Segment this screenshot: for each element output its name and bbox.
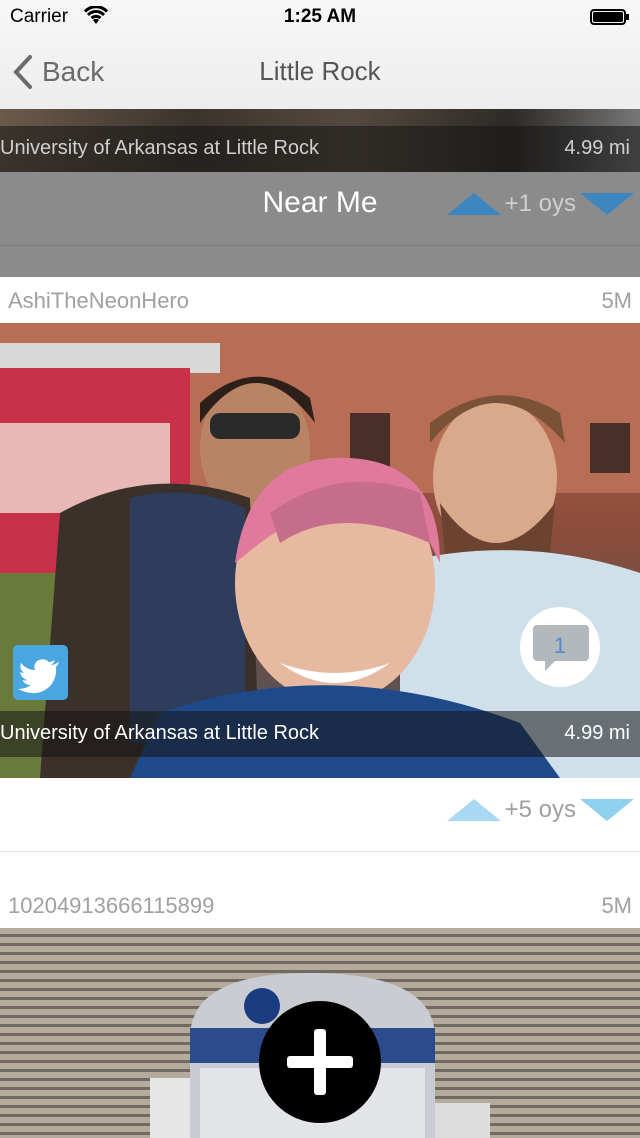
divider <box>0 851 640 852</box>
post-header: AshiTheNeonHero 5M <box>0 277 640 323</box>
photo-caption: University of Arkansas at Little Rock 4.… <box>0 711 640 757</box>
top-bar: Carrier 1:25 AM Back Little Rock <box>0 0 640 109</box>
distance-label: 4.99 mi <box>564 137 630 159</box>
vote-count: +1 oys <box>504 190 576 217</box>
comment-count: 1 <box>553 633 567 658</box>
status-bar: Carrier 1:25 AM <box>0 0 640 36</box>
location-label: University of Arkansas at Little Rock <box>0 722 320 744</box>
upvote-icon[interactable] <box>446 193 501 215</box>
divider <box>0 245 640 246</box>
post-photo[interactable]: 1 University of Arkansas at Little Rock … <box>0 323 640 778</box>
vote-count: +5 oys <box>504 796 576 823</box>
post-votes: +5 oys <box>446 796 634 824</box>
twitter-bird-icon <box>18 659 59 694</box>
username[interactable]: 10204913666115899 <box>8 893 214 919</box>
twitter-icon[interactable] <box>13 645 68 700</box>
near-me-votes: +1 oys <box>446 190 634 218</box>
spacer <box>0 853 640 882</box>
near-me-section: Near Me +1 oys <box>0 172 640 277</box>
clock: 1:25 AM <box>283 6 357 27</box>
comment-button[interactable]: 1 <box>520 607 600 687</box>
navigation-bar: Back Little Rock <box>0 36 640 109</box>
username[interactable]: AshiTheNeonHero <box>8 288 189 314</box>
post-age: 5M <box>601 893 632 918</box>
location-label: University of Arkansas at Little Rock <box>0 137 320 159</box>
upvote-icon[interactable] <box>446 799 501 821</box>
post-header: 10204913666115899 5M <box>0 882 640 928</box>
photo-caption: University of Arkansas at Little Rock 4.… <box>0 126 640 172</box>
post-age: 5M <box>601 288 632 313</box>
battery-icon <box>590 9 629 25</box>
distance-label: 4.99 mi <box>564 722 630 744</box>
add-post-button[interactable] <box>259 1001 381 1123</box>
previous-post-photo[interactable]: University of Arkansas at Little Rock 4.… <box>0 109 640 172</box>
downvote-icon[interactable] <box>580 193 634 215</box>
post-votes-row: +5 oys <box>0 778 640 852</box>
selfie-illustration <box>0 323 640 778</box>
downvote-icon[interactable] <box>580 799 634 821</box>
plus-icon <box>287 1029 353 1095</box>
page-title: Little Rock <box>259 56 381 86</box>
